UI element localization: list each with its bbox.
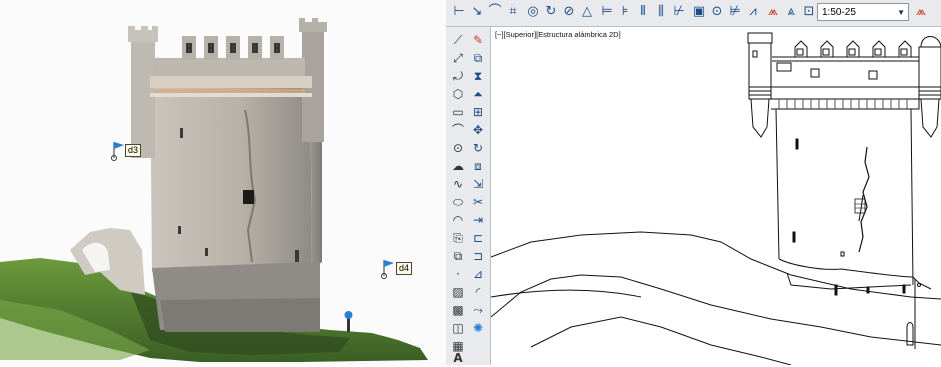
extend-icon[interactable]: ⇥ bbox=[469, 211, 487, 229]
trim-icon[interactable]: ✂ bbox=[469, 193, 487, 211]
dimension-space-icon[interactable]: ⫼ bbox=[652, 3, 670, 21]
cloud-icon[interactable]: ☁ bbox=[449, 157, 467, 175]
tower-wireframe-drawing bbox=[491, 32, 941, 365]
dimension-angular-icon[interactable]: △ bbox=[578, 3, 596, 21]
explode-icon[interactable]: ✺ bbox=[469, 319, 487, 337]
center-mark-icon[interactable]: ⊙ bbox=[708, 3, 726, 21]
continue-dimension-icon[interactable]: ⫴ bbox=[634, 3, 652, 21]
circle-icon[interactable]: ⊙ bbox=[449, 139, 467, 157]
insert-block-icon[interactable]: ⎘ bbox=[449, 229, 467, 247]
inspection-icon[interactable]: ⊭ bbox=[726, 3, 744, 21]
point-icon[interactable]: · bbox=[449, 265, 467, 283]
dimension-break-icon[interactable]: ⊬ bbox=[670, 3, 688, 21]
dimension-linear-icon[interactable]: ⊢ bbox=[450, 3, 468, 21]
ellipse-arc-icon[interactable]: ◠ bbox=[449, 211, 467, 229]
break-icon[interactable]: ⊏ bbox=[469, 229, 487, 247]
ellipse-icon[interactable]: ⬭ bbox=[449, 193, 467, 211]
gradient-icon[interactable]: ▩ bbox=[449, 301, 467, 319]
make-block-icon[interactable]: ⧉ bbox=[449, 247, 467, 265]
dimension-text-edit-icon[interactable]: ⩓ bbox=[782, 3, 800, 21]
polyline-icon[interactable]: ⤾ bbox=[449, 67, 467, 85]
text-icon[interactable]: A bbox=[449, 349, 467, 367]
baseline-dimension-icon[interactable]: ⊧ bbox=[616, 3, 634, 21]
offset-icon[interactable]: ⏶ bbox=[469, 85, 487, 103]
dimension-update-icon[interactable]: ⊡ bbox=[800, 3, 818, 21]
dimension-style-select[interactable]: 1:50-25 ▼ bbox=[817, 3, 909, 21]
scale-icon[interactable]: ⧈ bbox=[469, 157, 487, 175]
array-icon[interactable]: ⊞ bbox=[469, 103, 487, 121]
point-cloud-scene bbox=[0, 18, 428, 362]
hatch-icon[interactable]: ▨ bbox=[449, 283, 467, 301]
construction-line-icon[interactable]: ⤢ bbox=[449, 49, 467, 67]
jogged-linear-icon[interactable]: ⩘ bbox=[744, 3, 762, 21]
blend-icon[interactable]: ⤳ bbox=[469, 301, 487, 319]
spline-icon[interactable]: ∿ bbox=[449, 175, 467, 193]
dimension-radius-icon[interactable]: ◎ bbox=[524, 3, 542, 21]
rectangle-icon[interactable]: ▭ bbox=[449, 103, 467, 121]
chevron-down-icon: ▼ bbox=[897, 8, 905, 17]
marker-label-d3[interactable]: d3 bbox=[125, 144, 142, 157]
marker-label-d4[interactable]: d4 bbox=[396, 262, 413, 275]
copy-icon[interactable]: ⧉ bbox=[469, 49, 487, 67]
top-toolbar: ⊢ ↘ ⌒ ⌗ ◎ ↻ ⊘ △ ⊨ ⊧ ⫴ ⫼ ⊬ ▣ ⊙ ⊭ ⩘ ⩕ ⩓ ⊡ … bbox=[446, 0, 941, 27]
mirror-icon[interactable]: ⧗ bbox=[469, 67, 487, 85]
stretch-icon[interactable]: ⇲ bbox=[469, 175, 487, 193]
join-icon[interactable]: ⊐ bbox=[469, 247, 487, 265]
dimension-edit-icon[interactable]: ⩕ bbox=[764, 3, 782, 21]
dimension-aligned-icon[interactable]: ↘ bbox=[468, 3, 486, 21]
erase-icon[interactable]: ✎ bbox=[469, 31, 487, 49]
dimension-style-value: 1:50-25 bbox=[822, 7, 856, 18]
fillet-icon[interactable]: ◜ bbox=[469, 283, 487, 301]
dimension-ordinate-icon[interactable]: ⌗ bbox=[504, 3, 522, 21]
marker-d4-icon bbox=[381, 260, 394, 279]
region-icon[interactable]: ◫ bbox=[449, 319, 467, 337]
dimension-diameter-icon[interactable]: ⊘ bbox=[560, 3, 578, 21]
drawing-viewport[interactable]: [−][Superior][Estructura alámbrica 2D] bbox=[491, 27, 941, 365]
chamfer-icon[interactable]: ⊿ bbox=[469, 265, 487, 283]
dimension-arc-icon[interactable]: ⌒ bbox=[486, 3, 504, 21]
side-toolbar: ⟋ ⤢ ⤾ ⬡ ▭ ⌒ ⊙ ☁ ∿ ⬭ ◠ ⎘ ⧉ · ▨ ▩ ◫ ▦ A ✎ … bbox=[446, 27, 491, 365]
dimension-style-manager-icon[interactable]: ⩕ bbox=[912, 3, 930, 21]
tolerance-icon[interactable]: ▣ bbox=[690, 3, 708, 21]
line-icon[interactable]: ⟋ bbox=[449, 31, 467, 49]
marker-d3-icon bbox=[111, 142, 124, 161]
point-cloud-viewer[interactable]: d3 d4 bbox=[0, 0, 446, 365]
dimension-jogged-icon[interactable]: ↻ bbox=[542, 3, 560, 21]
cad-window: ⊢ ↘ ⌒ ⌗ ◎ ↻ ⊘ △ ⊨ ⊧ ⫴ ⫼ ⊬ ▣ ⊙ ⊭ ⩘ ⩕ ⩓ ⊡ … bbox=[446, 0, 941, 365]
move-icon[interactable]: ✥ bbox=[469, 121, 487, 139]
quick-dimension-icon[interactable]: ⊨ bbox=[598, 3, 616, 21]
arc-icon[interactable]: ⌒ bbox=[449, 121, 467, 139]
rotate-icon[interactable]: ↻ bbox=[469, 139, 487, 157]
polygon-icon[interactable]: ⬡ bbox=[449, 85, 467, 103]
